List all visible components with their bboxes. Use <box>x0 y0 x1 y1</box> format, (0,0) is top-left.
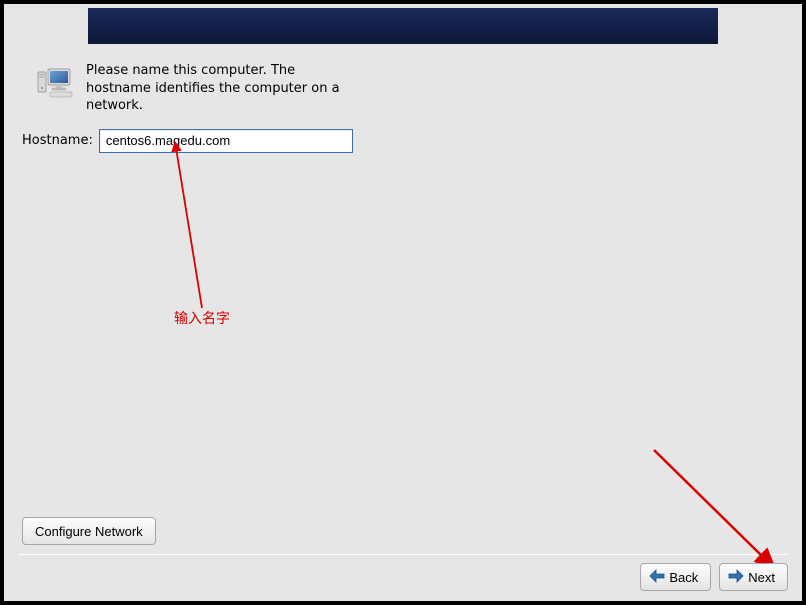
back-button-label: Back <box>669 570 698 585</box>
header-banner <box>88 8 718 44</box>
next-button-label: Next <box>748 570 775 585</box>
footer-separator <box>18 554 788 555</box>
annotation-arrow-input <box>144 140 224 315</box>
computer-network-icon <box>36 66 74 98</box>
next-button[interactable]: Next <box>719 563 788 591</box>
installer-window: Please name this computer. The hostname … <box>4 4 802 601</box>
content-area: Please name this computer. The hostname … <box>4 48 802 601</box>
annotation-label: 输入名字 <box>174 308 230 328</box>
back-button[interactable]: Back <box>640 563 711 591</box>
arrow-right-icon <box>728 569 744 586</box>
hostname-label: Hostname: <box>22 133 93 148</box>
hostname-row: Hostname: <box>22 129 784 153</box>
instruction-row: Please name this computer. The hostname … <box>22 62 784 115</box>
instruction-text: Please name this computer. The hostname … <box>86 62 346 115</box>
arrow-left-icon <box>649 569 665 586</box>
hostname-input[interactable] <box>99 129 353 153</box>
configure-network-button[interactable]: Configure Network <box>22 517 156 545</box>
nav-buttons: Back Next <box>640 563 788 591</box>
